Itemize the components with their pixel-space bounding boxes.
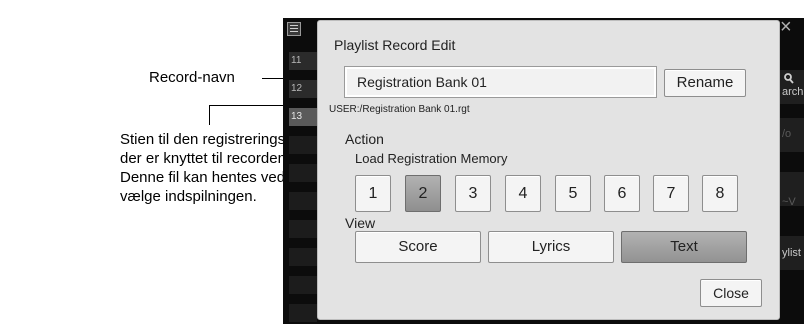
rename-button[interactable]: Rename (664, 69, 746, 97)
list-item-selected[interactable]: 13 (289, 108, 317, 126)
annotation-path-line-4: vælge indspilningen. (120, 188, 257, 205)
search-label: arch (782, 86, 804, 98)
close-button[interactable]: Close (700, 279, 762, 307)
list-item[interactable] (289, 192, 317, 210)
close-icon[interactable]: × (780, 16, 792, 39)
search-icon-glyph (784, 73, 794, 84)
list-item[interactable] (289, 248, 317, 266)
dialog-title: Playlist Record Edit (334, 37, 456, 53)
memory-button-8[interactable]: 8 (702, 175, 738, 212)
playlist-record-edit-dialog: Playlist Record Edit Registration Bank 0… (317, 20, 780, 320)
search-icon (784, 72, 794, 84)
memory-button-3[interactable]: 3 (455, 175, 491, 212)
leader-line-path-drop (209, 105, 210, 125)
view-lyrics-button[interactable]: Lyrics (488, 231, 614, 263)
side-label: /o (782, 128, 792, 140)
list-item[interactable]: 12 (289, 80, 317, 98)
memory-button-4[interactable]: 4 (505, 175, 541, 212)
annotation-record-name: Record-navn (149, 69, 235, 86)
playlist-label: ylist (782, 247, 801, 259)
annotation-path-line-3: Denne fil kan hentes ved at (120, 169, 302, 186)
list-item[interactable] (289, 304, 317, 322)
memory-button-6[interactable]: 6 (604, 175, 640, 212)
memory-button-5[interactable]: 5 (555, 175, 591, 212)
load-registration-memory-label: Load Registration Memory (355, 151, 508, 166)
action-label: Action (345, 131, 384, 147)
list-item[interactable] (289, 164, 317, 182)
view-text-button[interactable]: Text (621, 231, 747, 263)
background-record-list: 11 12 13 (289, 52, 319, 322)
side-label: ~V (782, 196, 796, 208)
menu-icon[interactable] (287, 22, 301, 36)
memory-button-7[interactable]: 7 (653, 175, 689, 212)
list-item[interactable] (289, 220, 317, 238)
view-label: View (345, 215, 376, 231)
record-name-field[interactable]: Registration Bank 01 (344, 66, 657, 98)
list-item[interactable]: 11 (289, 52, 317, 70)
registration-file-path: USER:/Registration Bank 01.rgt (329, 104, 470, 115)
list-item[interactable] (289, 276, 317, 294)
list-item[interactable] (289, 136, 317, 154)
memory-button-2[interactable]: 2 (405, 175, 441, 212)
annotation-path-line-2: der er knyttet til recorden. (120, 150, 291, 167)
memory-button-1[interactable]: 1 (355, 175, 391, 212)
view-score-button[interactable]: Score (355, 231, 481, 263)
